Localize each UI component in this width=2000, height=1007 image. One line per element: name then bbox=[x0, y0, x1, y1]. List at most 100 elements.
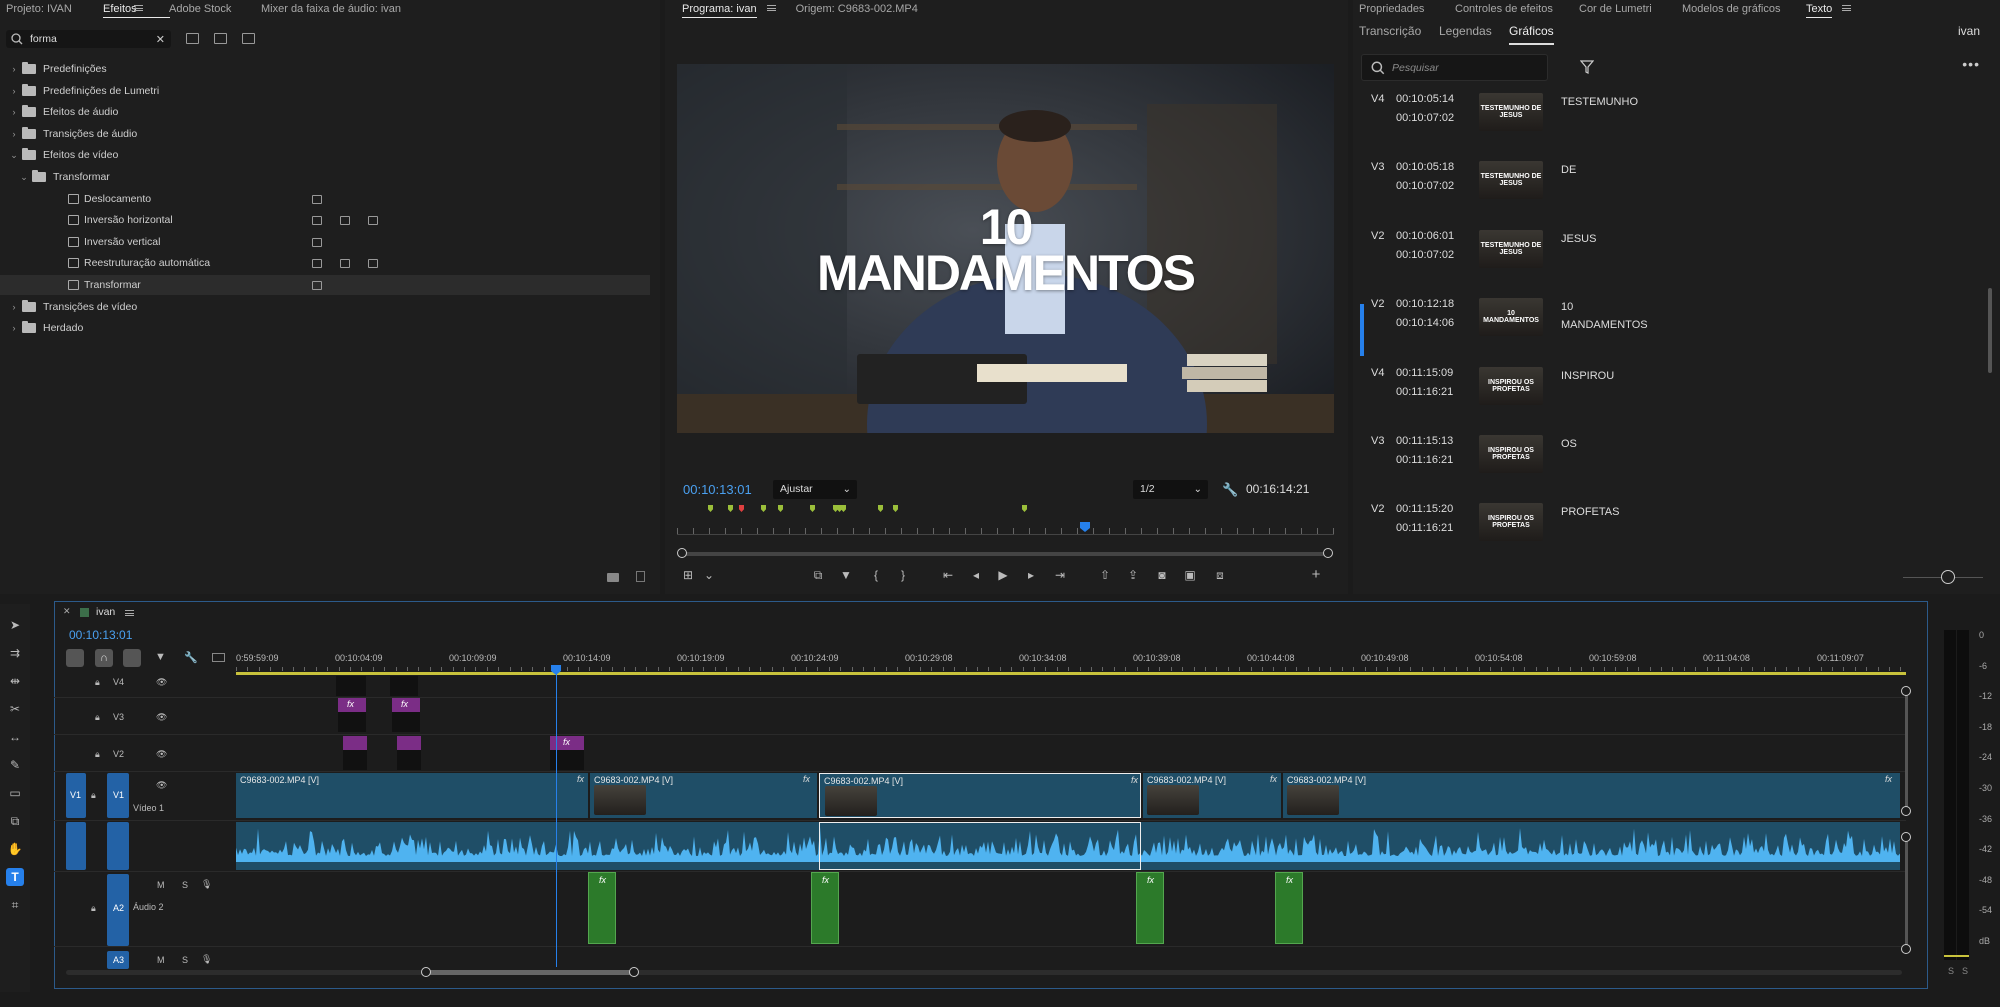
go-to-out-icon[interactable]: ⇥ bbox=[1050, 568, 1070, 582]
add-button-icon[interactable]: + bbox=[1306, 566, 1326, 583]
clip-fx-badge[interactable]: fx bbox=[1885, 774, 1892, 784]
text-menu-icon[interactable] bbox=[1842, 5, 1852, 11]
extract-frame-icon[interactable]: ⧉ bbox=[808, 568, 828, 583]
graphic-list-item[interactable]: V2 00:11:15:20 00:11:16:21 INSPIROU OS PROF… bbox=[1365, 503, 1975, 563]
linked-selection-icon[interactable] bbox=[123, 649, 141, 667]
camera-icon[interactable]: ◙ bbox=[1152, 568, 1172, 582]
type-tool-icon[interactable]: T bbox=[6, 868, 24, 886]
tab-program[interactable]: Programa: ivan bbox=[682, 3, 757, 18]
chevron-right-icon[interactable]: › bbox=[8, 64, 20, 74]
comparison-view-icon[interactable]: ▣ bbox=[1180, 568, 1200, 582]
hand-tool-icon[interactable]: ✋ bbox=[6, 840, 24, 858]
marker-icon[interactable] bbox=[1022, 505, 1027, 512]
timeline-settings-icon[interactable]: 🔧 bbox=[184, 651, 198, 664]
meter-solo-left[interactable]: S bbox=[1948, 966, 1954, 976]
meter-solo-right[interactable]: S bbox=[1962, 966, 1968, 976]
chevron-right-icon[interactable]: › bbox=[8, 129, 20, 139]
ripple-edit-tool-icon[interactable]: ⇹ bbox=[6, 672, 24, 690]
a1-track-target[interactable] bbox=[107, 822, 129, 870]
graphic-list-item[interactable]: V3 00:11:15:13 00:11:16:21 INSPIROU OS PROF… bbox=[1365, 435, 1975, 495]
graphic-list-item[interactable]: V2 00:10:12:18 00:10:14:06 10 MANDAMENTOS 10… bbox=[1360, 298, 1975, 358]
slip-tool-icon[interactable]: ↔ bbox=[6, 728, 24, 746]
marker-icon[interactable] bbox=[728, 505, 733, 512]
multi-camera-icon[interactable]: ⧈ bbox=[1210, 568, 1230, 583]
chevron-down-icon[interactable]: ⌄ bbox=[18, 172, 30, 183]
chevron-right-icon[interactable]: › bbox=[8, 86, 20, 96]
audio-fx-clip[interactable]: fx bbox=[1275, 872, 1303, 944]
video-clip[interactable]: C9683-002.MP4 [V] fx bbox=[590, 773, 817, 818]
snap-icon[interactable]: ∩ bbox=[95, 649, 113, 667]
subtab-transcription[interactable]: Transcrição bbox=[1359, 24, 1439, 45]
effects-folder[interactable]: ⌄ Efeitos de vídeo bbox=[0, 145, 650, 165]
h-scroll-handle-right[interactable] bbox=[629, 967, 639, 977]
a2-lock-icon[interactable]: 🔒︎ bbox=[91, 903, 96, 914]
tab-text[interactable]: Texto bbox=[1806, 3, 1833, 18]
monitor-zoom-bar[interactable] bbox=[682, 552, 1330, 556]
title-clip[interactable] bbox=[338, 712, 366, 732]
v2-eye-icon[interactable]: 👁︎ bbox=[156, 749, 167, 760]
add-marker-icon[interactable]: ▼ bbox=[836, 568, 856, 582]
marker-icon[interactable] bbox=[778, 505, 783, 512]
extract-icon[interactable]: ⇪ bbox=[1123, 568, 1143, 582]
step-back-icon[interactable]: ◂ bbox=[966, 568, 986, 582]
tab-properties[interactable]: Propriedades bbox=[1359, 3, 1455, 15]
title-overlay[interactable]: 10 MANDAMENTOS bbox=[677, 202, 1334, 298]
marker-icon[interactable] bbox=[739, 505, 744, 512]
v3-lock-icon[interactable]: 🔒︎ bbox=[95, 712, 100, 723]
graphic-list-item[interactable]: V2 00:10:06:01 00:10:07:02 TESTEMUNHO DE JE… bbox=[1365, 229, 1975, 290]
marker-icon[interactable] bbox=[810, 505, 815, 512]
audio-v-scroll[interactable] bbox=[1905, 840, 1908, 950]
zoom-handle-right[interactable] bbox=[1323, 548, 1333, 558]
effects-folder[interactable]: › Transições de áudio bbox=[0, 124, 650, 144]
title-clip[interactable] bbox=[397, 750, 421, 770]
sequence-tab[interactable]: ivan bbox=[96, 606, 115, 618]
chevron-right-icon[interactable]: › bbox=[8, 323, 20, 333]
close-sequence-icon[interactable]: ✕ bbox=[63, 606, 71, 617]
effect-item[interactable]: Transformar bbox=[0, 275, 650, 295]
more-options-icon[interactable]: ••• bbox=[1962, 56, 1980, 72]
marker-icon[interactable] bbox=[878, 505, 883, 512]
zoom-handle-left[interactable] bbox=[677, 548, 687, 558]
settings-chevron-icon[interactable]: ⌄ bbox=[699, 568, 719, 582]
v3-eye-icon[interactable]: 👁︎ bbox=[156, 712, 167, 723]
rectangle-tool-icon[interactable]: ▭ bbox=[6, 784, 24, 802]
tab-project[interactable]: Projeto: IVAN bbox=[6, 3, 103, 15]
effect-item[interactable]: Reestruturação automática bbox=[0, 253, 650, 273]
yuv-effects-icon[interactable] bbox=[242, 33, 255, 44]
monitor-ruler[interactable] bbox=[677, 522, 1334, 535]
title-clip[interactable] bbox=[392, 712, 420, 732]
effects-menu-icon[interactable] bbox=[134, 5, 143, 11]
clip-fx-badge[interactable]: fx bbox=[577, 774, 584, 784]
graphics-search-field[interactable]: Pesquisar bbox=[1361, 54, 1548, 81]
marker-icon[interactable] bbox=[893, 505, 898, 512]
v4-lock-icon[interactable]: 🔒︎ bbox=[95, 677, 100, 688]
accelerated-effects-icon[interactable] bbox=[186, 33, 199, 44]
video-clip-selected[interactable]: C9683-002.MP4 [V] fx bbox=[819, 773, 1141, 818]
chevron-right-icon[interactable]: › bbox=[8, 302, 20, 312]
title-clip[interactable] bbox=[343, 736, 367, 750]
step-forward-icon[interactable]: ▸ bbox=[1021, 568, 1041, 582]
graphic-list-item[interactable]: V3 00:10:05:18 00:10:07:02 TESTEMUNHO DE JE… bbox=[1365, 161, 1975, 221]
h-scroll-handle-left[interactable] bbox=[421, 967, 431, 977]
tab-source[interactable]: Origem: C9683-002.MP4 bbox=[796, 3, 918, 15]
title-clip[interactable] bbox=[336, 676, 366, 696]
effects-search-field[interactable]: forma ✕ bbox=[6, 30, 171, 48]
fit-dropdown[interactable]: Ajustar ⌄ bbox=[773, 480, 857, 499]
selection-tool-icon[interactable]: ➤ bbox=[6, 616, 24, 634]
work-area-bar[interactable] bbox=[236, 672, 1906, 675]
tab-effect-controls[interactable]: Controles de efeitos bbox=[1455, 3, 1579, 15]
effects-folder[interactable]: › Efeitos de áudio bbox=[0, 102, 650, 122]
audio-fx-clip[interactable]: fx bbox=[588, 872, 616, 944]
nest-toggle-icon[interactable] bbox=[66, 649, 84, 667]
a3-mic-icon[interactable]: 🎙︎ bbox=[201, 954, 212, 965]
clip-fx-badge[interactable]: fx bbox=[803, 774, 810, 784]
a2-solo[interactable]: S bbox=[182, 880, 188, 890]
graphics-scrollbar[interactable] bbox=[1988, 288, 1992, 373]
title-clip[interactable] bbox=[390, 676, 418, 696]
clip-fx-badge[interactable]: fx bbox=[1270, 774, 1277, 784]
caption-tool-icon[interactable]: ⌗ bbox=[6, 896, 24, 914]
title-clip[interactable] bbox=[343, 750, 367, 770]
wrench-icon[interactable]: 🔧 bbox=[1222, 482, 1238, 498]
tab-audio-mixer[interactable]: Mixer da faixa de áudio: ivan bbox=[261, 3, 401, 15]
clip-fx-badge[interactable]: fx bbox=[1131, 775, 1138, 785]
